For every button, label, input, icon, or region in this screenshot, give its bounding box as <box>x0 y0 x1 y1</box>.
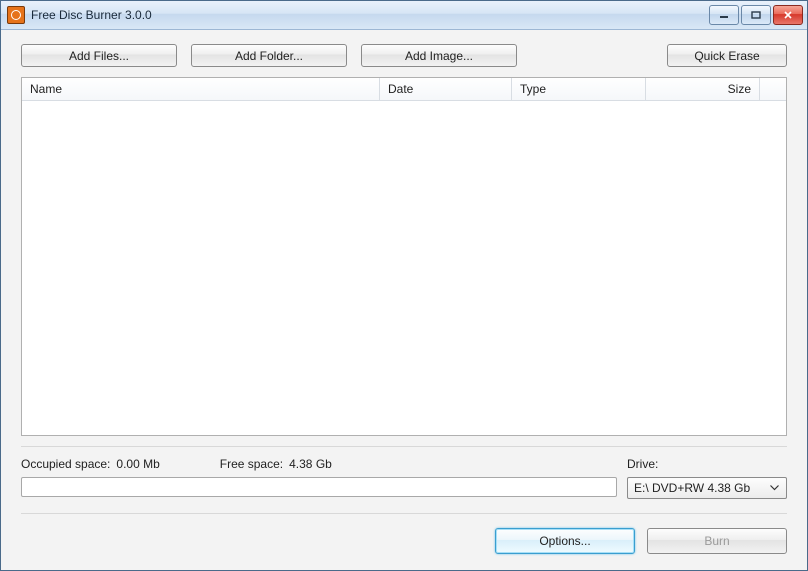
column-size[interactable]: Size <box>646 78 760 100</box>
file-list-panel: Name Date Type Size <box>21 77 787 436</box>
minimize-icon <box>719 11 729 19</box>
client-area: Add Files... Add Folder... Add Image... … <box>1 30 807 570</box>
occupied-space-value: 0.00 Mb <box>116 457 159 471</box>
column-name[interactable]: Name <box>22 78 380 100</box>
occupied-space-label: Occupied space: <box>21 457 110 471</box>
close-icon <box>783 11 793 19</box>
file-list-header: Name Date Type Size <box>22 78 786 101</box>
maximize-icon <box>751 11 761 19</box>
column-type[interactable]: Type <box>512 78 646 100</box>
minimize-button[interactable] <box>709 5 739 25</box>
space-progress-bar <box>21 477 617 497</box>
burn-button[interactable]: Burn <box>647 528 787 554</box>
file-list-body[interactable] <box>22 101 786 435</box>
drive-select[interactable]: E:\ DVD+RW 4.38 Gb <box>627 477 787 499</box>
toolbar: Add Files... Add Folder... Add Image... … <box>1 30 807 77</box>
app-window: Free Disc Burner 3.0.0 <box>0 0 808 571</box>
close-button[interactable] <box>773 5 803 25</box>
add-files-button[interactable]: Add Files... <box>21 44 177 67</box>
window-controls <box>709 5 803 25</box>
app-icon <box>7 6 25 24</box>
disc-icon <box>11 10 21 20</box>
file-list[interactable]: Name Date Type Size <box>21 77 787 436</box>
drive-select-value: E:\ DVD+RW 4.38 Gb <box>634 481 750 495</box>
column-date[interactable]: Date <box>380 78 512 100</box>
free-space-value: 4.38 Gb <box>289 457 332 471</box>
options-button[interactable]: Options... <box>495 528 635 554</box>
add-folder-button[interactable]: Add Folder... <box>191 44 347 67</box>
titlebar[interactable]: Free Disc Burner 3.0.0 <box>1 1 807 30</box>
chevron-down-icon <box>766 485 782 491</box>
free-space-label: Free space: <box>220 457 283 471</box>
drive-label: Drive: <box>627 457 787 471</box>
maximize-button[interactable] <box>741 5 771 25</box>
window-title: Free Disc Burner 3.0.0 <box>31 8 152 22</box>
bottom-bar: Options... Burn <box>21 513 787 554</box>
add-image-button[interactable]: Add Image... <box>361 44 517 67</box>
column-spacer <box>760 78 786 100</box>
status-section: Occupied space: 0.00 Mb Free space: 4.38… <box>21 446 787 499</box>
quick-erase-button[interactable]: Quick Erase <box>667 44 787 67</box>
